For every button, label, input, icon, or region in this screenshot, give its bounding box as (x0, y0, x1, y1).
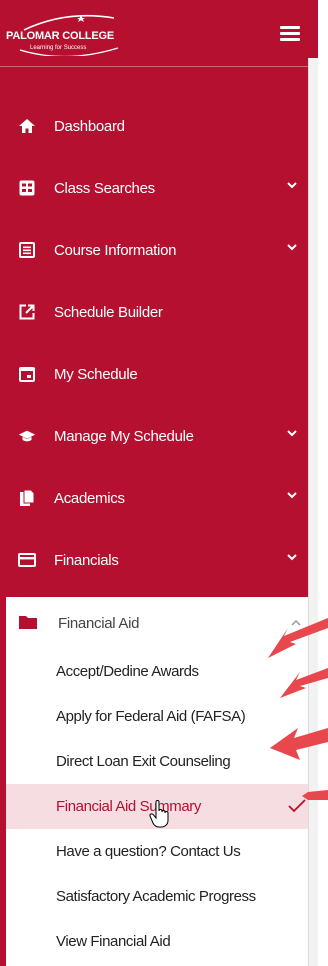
sub-item-label: View Financial Aid (56, 933, 171, 950)
sub-item-view-financial-aid[interactable]: View Financial Aid (6, 919, 318, 964)
nav-item-label: My Schedule (54, 365, 138, 383)
annotation-arrow-icon (302, 790, 328, 800)
annotation-arrow-icon (270, 728, 328, 760)
chevron-down-icon[interactable] (286, 427, 298, 439)
sub-item-label: Apply for Federal Aid (FAFSA) (56, 708, 246, 725)
sub-item-label: Accept/Dedine Awards (56, 663, 199, 680)
nav-item-label: Financial Aid (58, 614, 140, 632)
sub-item-label: Have a question? Contact Us (56, 843, 241, 860)
nav-item-label: Class Searches (54, 179, 155, 197)
brand-name: PALOMAR COLLEGE (6, 30, 115, 42)
scrollbar[interactable] (308, 58, 318, 966)
chevron-down-icon[interactable] (286, 179, 298, 191)
sub-item-label: Financial Aid Summary (56, 798, 201, 815)
external-link-icon (18, 303, 36, 321)
nav-item-academics[interactable]: Academics (0, 467, 318, 529)
documents-icon (18, 489, 36, 507)
nav-item-label: Dashboard (54, 117, 125, 135)
nav-item-label: Financials (54, 551, 119, 569)
hand-cursor-icon (149, 800, 169, 828)
folder-icon (18, 614, 38, 632)
chevron-down-icon[interactable] (286, 551, 298, 563)
list-icon (18, 241, 36, 259)
annotation-arrow-icon (280, 668, 328, 698)
nav-item-label: Academics (54, 489, 125, 507)
sidebar: PALOMAR COLLEGE Learning for Success Das… (0, 0, 318, 966)
nav-item-my-schedule[interactable]: My Schedule (0, 343, 318, 405)
graduation-cap-icon (18, 427, 36, 445)
nav-item-label: Course Information (54, 241, 177, 259)
home-icon (18, 117, 36, 135)
chevron-down-icon[interactable] (286, 241, 298, 253)
sub-item-label: Satisfactory Academic Progress (56, 888, 256, 905)
sub-item-contact-us[interactable]: Have a question? Contact Us (6, 829, 318, 874)
sub-item-label: Direct Loan Exit Counseling (56, 753, 231, 770)
chevron-down-icon[interactable] (286, 489, 298, 501)
brand-tagline: Learning for Success (30, 45, 87, 51)
main-nav: Dashboard Class Searches Course Informat… (0, 95, 318, 591)
nav-item-schedule-builder[interactable]: Schedule Builder (0, 281, 318, 343)
nav-item-label: Schedule Builder (54, 303, 163, 321)
annotation-arrow-icon (268, 618, 328, 658)
sub-item-financial-aid-summary[interactable]: Financial Aid Summary (6, 784, 318, 829)
nav-item-class-searches[interactable]: Class Searches (0, 157, 318, 219)
sub-item-satisfactory-academic-progress[interactable]: Satisfactory Academic Progress (6, 874, 318, 919)
credit-card-icon (18, 551, 36, 569)
hamburger-menu-icon[interactable] (280, 26, 300, 42)
nav-item-manage-my-schedule[interactable]: Manage My Schedule (0, 405, 318, 467)
sidebar-header: PALOMAR COLLEGE Learning for Success (0, 0, 318, 67)
nav-item-dashboard[interactable]: Dashboard (0, 95, 318, 157)
nav-item-financials[interactable]: Financials (0, 529, 318, 591)
calendar-icon (18, 365, 36, 383)
class-search-icon (18, 179, 36, 197)
nav-item-course-information[interactable]: Course Information (0, 219, 318, 281)
nav-item-label: Manage My Schedule (54, 427, 194, 445)
